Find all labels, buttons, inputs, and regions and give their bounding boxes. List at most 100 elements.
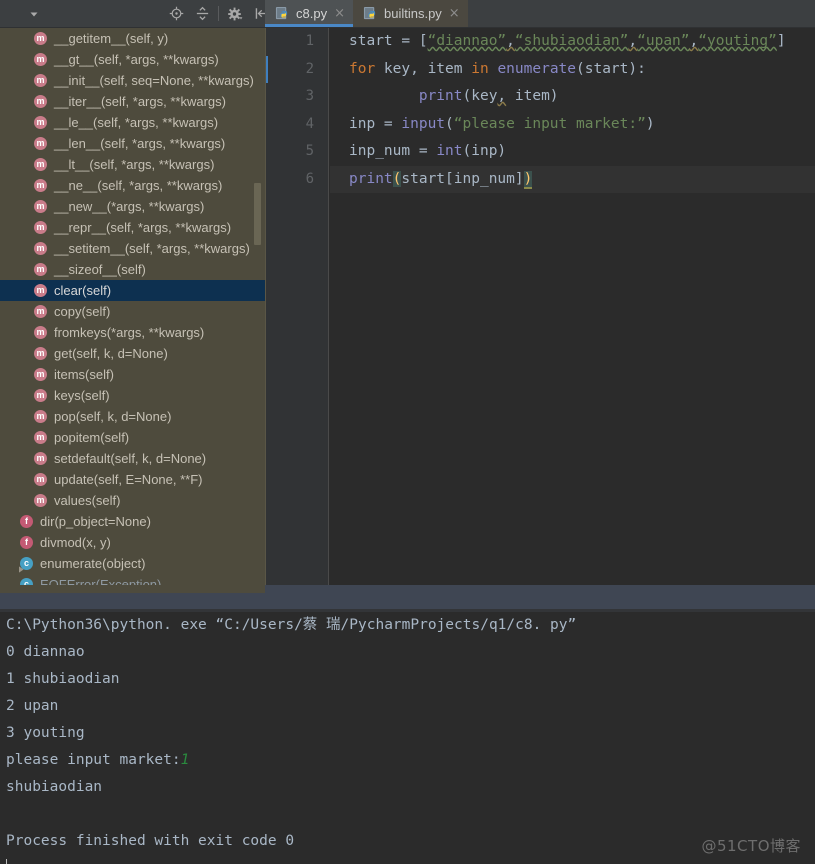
tab-builtins-py[interactable]: builtins.py × [352,0,468,27]
method-icon: m [34,494,47,507]
code-token: item) [506,88,559,104]
completion-item-label: get(self, k, d=None) [54,346,168,361]
completion-item[interactable]: m setdefault(self, k, d=None) [0,448,265,469]
completion-item[interactable]: m __ne__(self, *args, **kwargs) [0,175,265,196]
completion-item[interactable]: m __le__(self, *args, **kwargs) [0,112,265,133]
code-line[interactable]: print(start[inp_num]) [330,165,815,193]
completion-item[interactable]: m keys(self) [0,385,265,406]
completion-item[interactable]: m fromkeys(*args, **kwargs) [0,322,265,343]
method-icon: m [34,158,47,171]
code-line[interactable]: print(key, item) [330,83,815,111]
locate-target-icon[interactable] [163,0,189,27]
completion-item-label: __new__(*args, **kwargs) [54,199,205,214]
code-token: inp [349,115,384,132]
console-text: 2 upan [6,698,59,714]
method-icon: m [34,368,47,381]
method-icon: m [34,179,47,192]
function-icon: f [20,536,33,549]
code-token: = [383,115,402,132]
console-text: 0 diannao [6,644,85,660]
completion-item-label: __lt__(self, *args, **kwargs) [54,157,215,172]
completion-item[interactable]: f dir(p_object=None) [0,511,265,532]
method-icon: m [34,137,47,150]
completion-item-label: __getitem__(self, y) [54,31,169,46]
completion-item[interactable]: m popitem(self) [0,427,265,448]
code-token: ) [645,115,655,132]
tab-label: c8.py [296,6,328,21]
completion-item[interactable]: m clear(self) [0,280,265,301]
completion-item[interactable]: m pop(self, k, d=None) [0,406,265,427]
code-line[interactable]: inp_num = int(inp) [330,138,815,166]
chevron-right-icon[interactable] [17,559,26,573]
code-text-area[interactable]: start = [“diannao”,“shubiaodian”,“upan”,… [330,28,815,585]
console-line: shubiaodian [0,774,815,801]
run-console-output[interactable]: C:\Python36\python. exe “C:/Users/蔡 瑞/Py… [0,612,815,864]
completion-item[interactable]: m items(self) [0,364,265,385]
code-token: (inp) [462,143,507,159]
completion-item[interactable]: m __len__(self, *args, **kwargs) [0,133,265,154]
completion-item-label: keys(self) [54,388,110,403]
completion-item[interactable]: m __new__(*args, **kwargs) [0,196,265,217]
popup-bottom-edge [0,585,265,593]
console-line: 0 diannao [0,639,815,666]
completion-item[interactable]: m __init__(self, seq=None, **kwargs) [0,70,265,91]
completion-item-label: __le__(self, *args, **kwargs) [54,115,219,130]
code-line[interactable]: start = [“diannao”,“shubiaodian”,“upan”,… [330,28,815,56]
code-token: “please input market:” [453,115,646,132]
collapse-all-icon[interactable] [189,0,215,27]
tab-c8-py[interactable]: c8.py × [265,0,353,27]
completion-item-label: popitem(self) [54,430,130,445]
completion-item[interactable]: m copy(self) [0,301,265,322]
editor-tabbar: c8.py × builtins.py × [265,0,468,28]
completion-item-label: __init__(self, seq=None, **kwargs) [54,73,254,88]
code-token: = [401,33,419,49]
console-text: please input market: [6,752,181,768]
popup-scrollbar-thumb[interactable] [254,183,261,245]
watermark-label: @51CTO博客 [701,837,801,855]
python-file-icon [363,6,378,21]
code-token: input [401,115,446,132]
code-token: inp_num [349,143,419,159]
method-icon: m [34,473,47,486]
completion-item[interactable]: m __sizeof__(self) [0,259,265,280]
close-icon[interactable]: × [334,7,345,20]
line-number: 1 [305,33,314,49]
completion-item[interactable]: c enumerate(object) [0,553,265,574]
console-line: 3 youting [0,720,815,747]
code-token: in [471,60,498,77]
completion-item[interactable]: m update(self, E=None, **F) [0,469,265,490]
function-icon: f [20,515,33,528]
completion-item[interactable]: f divmod(x, y) [0,532,265,553]
code-token: “shubiaodian” [514,33,629,49]
completion-item-label: dir(p_object=None) [40,514,151,529]
completion-item[interactable]: m __gt__(self, *args, **kwargs) [0,49,265,70]
completion-item[interactable]: m __repr__(self, *args, **kwargs) [0,217,265,238]
completion-item[interactable]: m __getitem__(self, y) [0,28,265,49]
completion-item[interactable]: m get(self, k, d=None) [0,343,265,364]
line-number: 2 [305,60,314,77]
code-token: , [628,33,638,49]
completion-item-label: items(self) [54,367,114,382]
completion-item[interactable]: m values(self) [0,490,265,511]
completion-item[interactable]: m __setitem__(self, *args, **kwargs) [0,238,265,259]
close-icon[interactable]: × [449,7,460,20]
line-number: 6 [305,170,314,187]
code-editor[interactable]: 123456 start = [“diannao”,“shubiaodian”,… [265,28,815,585]
code-line[interactable]: inp = input(“please input market:”) [330,111,815,139]
completion-item-label: clear(self) [54,283,112,298]
code-token: print [349,170,393,187]
completion-item[interactable]: m __lt__(self, *args, **kwargs) [0,154,265,175]
code-line[interactable]: for key, item in enumerate(start): [330,56,815,84]
console-text: shubiaodian [6,779,103,795]
code-token: start [349,33,402,49]
completion-item-label: __ne__(self, *args, **kwargs) [54,178,223,193]
completion-item-label: pop(self, k, d=None) [54,409,172,424]
console-line: please input market:1 [0,747,815,774]
completion-item[interactable]: m __iter__(self, *args, **kwargs) [0,91,265,112]
method-icon: m [34,53,47,66]
settings-gear-icon[interactable] [222,0,248,27]
chevron-down-icon[interactable] [28,8,40,20]
code-completion-popup[interactable]: m __getitem__(self, y) m __gt__(self, *args… [0,28,266,593]
line-number: 3 [305,88,314,104]
